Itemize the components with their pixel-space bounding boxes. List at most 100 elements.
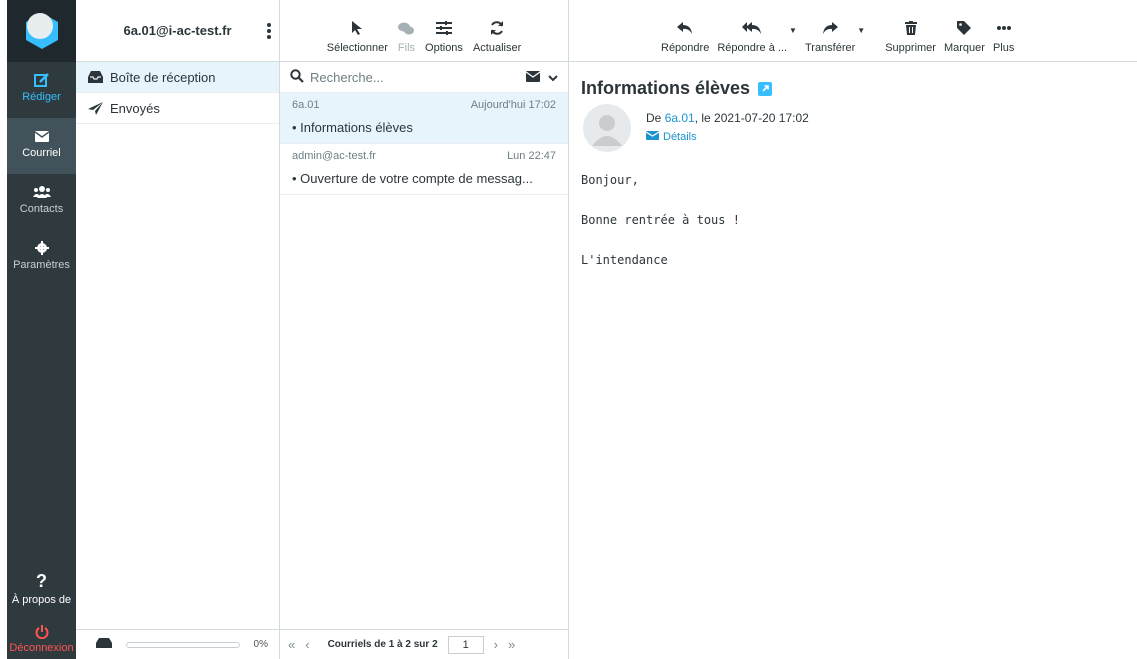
reply-icon	[677, 17, 693, 39]
select-button[interactable]: Sélectionner	[322, 17, 393, 54]
body-line: Bonjour,	[581, 173, 639, 187]
message-count: Courriels de 1 à 2 sur 2	[327, 639, 438, 650]
nav-rail-bottom: ? À propos de Déconnexion	[7, 559, 76, 659]
message-bullet: •	[292, 120, 301, 135]
reply-all-icon	[742, 17, 762, 39]
folder-inbox[interactable]: Boîte de réception	[76, 62, 279, 93]
reply-label: Répondre	[661, 42, 710, 54]
folder-sent-label: Envoyés	[110, 100, 160, 116]
tag-icon	[957, 17, 972, 39]
nav-compose-label: Rédiger	[22, 91, 61, 103]
account-menu-icon[interactable]	[267, 23, 271, 42]
refresh-label: Actualiser	[472, 42, 522, 54]
body-line: L'intendance	[581, 253, 668, 267]
message-from: admin@ac-test.fr	[292, 150, 376, 162]
question-icon: ?	[36, 571, 47, 591]
reply-button[interactable]: Répondre	[657, 17, 713, 54]
pagination: « ‹ Courriels de 1 à 2 sur 2 1 › »	[280, 629, 569, 659]
options-button[interactable]: Options	[420, 17, 468, 54]
prev-page-icon[interactable]: ‹	[305, 637, 309, 652]
forward-caret-icon[interactable]: ▼	[857, 26, 865, 35]
last-page-icon[interactable]: »	[508, 637, 515, 652]
select-label: Sélectionner	[326, 42, 388, 54]
webmail-app: Rédiger Courriel Contacts Paramètres ? À…	[0, 0, 1137, 659]
message-header: De 6a.01, le 2021-07-20 17:02 Détails	[569, 99, 1137, 152]
trash-icon	[904, 17, 917, 39]
nav-mail[interactable]: Courriel	[7, 118, 76, 174]
folder-sent[interactable]: Envoyés	[76, 93, 279, 124]
reply-all-button[interactable]: Répondre à ...	[713, 17, 791, 54]
options-label: Options	[425, 42, 463, 54]
nav-settings-label: Paramètres	[13, 259, 70, 271]
message-bullet: •	[292, 171, 301, 186]
chevron-down-icon[interactable]	[548, 70, 558, 85]
threads-label: Fils	[397, 42, 416, 54]
inbox-icon	[88, 71, 104, 83]
power-icon	[35, 624, 49, 642]
next-page-icon[interactable]: ›	[494, 637, 498, 652]
comments-icon	[398, 17, 415, 39]
nav-about[interactable]: ? À propos de	[7, 559, 76, 619]
nav-settings[interactable]: Paramètres	[7, 230, 76, 286]
forward-icon	[822, 17, 839, 39]
nav-compose[interactable]: Rédiger	[7, 62, 76, 118]
app-logo[interactable]	[7, 0, 76, 62]
sender-info: De 6a.01, le 2021-07-20 17:02 Détails	[645, 104, 809, 152]
threads-button[interactable]: Fils	[393, 17, 420, 54]
message-subject: Informations élèves	[300, 120, 413, 135]
reply-all-label: Répondre à ...	[717, 42, 788, 54]
message-date: Lun 22:47	[507, 150, 556, 162]
quota-progress	[126, 641, 240, 648]
compose-icon	[33, 72, 51, 88]
more-button[interactable]: Plus	[989, 17, 1018, 54]
avatar	[583, 104, 631, 152]
search-input[interactable]: Recherche...	[310, 70, 526, 85]
details-link[interactable]: Détails	[645, 131, 809, 143]
nav-contacts-label: Contacts	[19, 203, 64, 215]
envelope-filter-icon[interactable]	[525, 70, 541, 85]
storage-icon	[96, 638, 112, 651]
user-silhouette-icon	[592, 115, 622, 146]
body-line: Bonne rentrée à tous !	[581, 213, 740, 227]
from-prefix: De	[646, 111, 665, 125]
users-icon	[32, 184, 51, 200]
message-row[interactable]: admin@ac-test.fr Lun 22:47 • Ouverture d…	[280, 144, 568, 195]
message-subject-header: Informations élèves	[569, 62, 1137, 99]
nav-rail: Rédiger Courriel Contacts Paramètres ? À…	[7, 0, 76, 659]
sliders-icon	[435, 17, 452, 39]
delete-button[interactable]: Supprimer	[881, 17, 940, 54]
sent-date: , le 2021-07-20 17:02	[694, 111, 809, 125]
delete-label: Supprimer	[885, 42, 936, 54]
cursor-icon	[351, 17, 363, 39]
search-icon[interactable]	[290, 68, 304, 86]
refresh-icon	[489, 17, 505, 39]
message-from: 6a.01	[292, 99, 320, 111]
logo-cube-icon	[25, 13, 58, 49]
page-input[interactable]: 1	[447, 635, 484, 654]
nav-logout[interactable]: Déconnexion	[7, 619, 76, 659]
envelope-details-icon	[645, 131, 660, 143]
folder-pane: 6a.01@i-ac-test.fr Boîte de réception En…	[76, 0, 280, 659]
message-title: Informations élèves	[581, 78, 751, 98]
list-toolbar: Sélectionner Fils Options Actualiser	[280, 0, 568, 62]
refresh-button[interactable]: Actualiser	[468, 17, 526, 54]
reply-all-caret-icon[interactable]: ▼	[789, 26, 797, 35]
mark-label: Marquer	[943, 42, 985, 54]
mark-button[interactable]: Marquer	[940, 17, 989, 54]
sender-link[interactable]: 6a.01	[665, 111, 695, 125]
details-label: Détails	[663, 131, 697, 143]
first-page-icon[interactable]: «	[288, 637, 295, 652]
open-external-icon[interactable]	[758, 81, 773, 96]
message-date: Aujourd'hui 17:02	[470, 99, 556, 111]
message-body: Bonjour, Bonne rentrée à tous ! L'intend…	[569, 152, 1137, 312]
forward-button[interactable]: Transférer	[801, 17, 859, 54]
nav-contacts[interactable]: Contacts	[7, 174, 76, 230]
message-row[interactable]: 6a.01 Aujourd'hui 17:02 • Informations é…	[280, 93, 568, 144]
quota-percent: 0%	[253, 639, 268, 650]
search-bar: Recherche...	[280, 62, 568, 93]
paper-plane-icon	[88, 101, 104, 115]
more-label: Plus	[992, 42, 1015, 54]
ellipsis-icon	[996, 17, 1011, 39]
nav-mail-label: Courriel	[22, 147, 61, 159]
gear-icon	[33, 240, 51, 256]
